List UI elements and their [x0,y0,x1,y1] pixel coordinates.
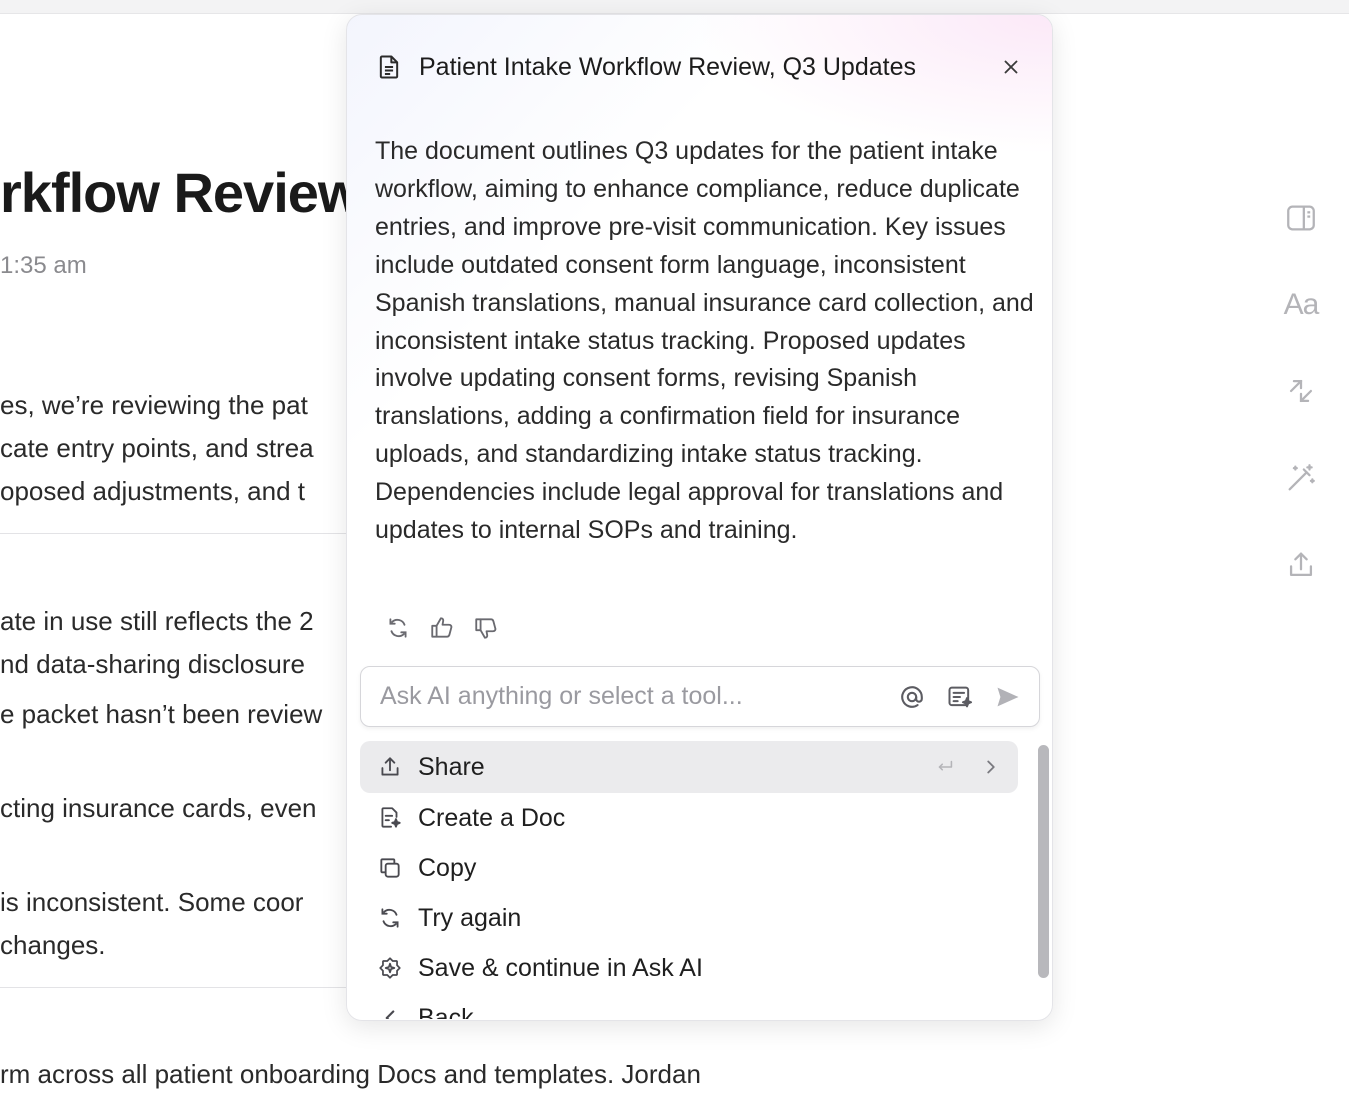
doc-divider [0,533,346,534]
menu-item-hints [934,756,1002,778]
doc-paragraph-line: ate in use still reflects the 2 [0,606,314,636]
ask-ai-box [360,666,1040,727]
close-icon [1004,60,1018,74]
chevron-left-icon [376,1004,404,1019]
doc-paragraph-line: cate entry points, and strea [0,433,314,463]
enter-key-icon [938,760,953,771]
ask-ai-tools [897,682,1039,712]
create-doc-icon [376,804,404,832]
ai-tool-card-icon[interactable] [945,682,975,712]
menu-scrollbar[interactable] [1038,745,1049,978]
doc-paragraph-line: changes. [0,930,106,960]
share-icon [376,753,404,781]
magic-wand-icon[interactable] [1283,460,1319,496]
doc-paragraph-line: rm across all patient onboarding Docs an… [0,1059,701,1089]
doc-divider [0,987,346,988]
thumbs-down-icon[interactable] [471,613,501,643]
sidebar-panel-icon[interactable] [1283,200,1319,236]
ai-summary-text: The document outlines Q3 updates for the… [375,137,1034,545]
doc-paragraph-line: e packet hasn’t been review [0,699,323,729]
panel-title: Patient Intake Workflow Review, Q3 Updat… [419,52,916,81]
menu-item-create-doc[interactable]: Create a Doc [360,792,1018,844]
menu-item-share[interactable]: Share [360,741,1018,793]
retry-icon [376,904,404,932]
ai-brain-icon [376,954,404,982]
thumbs-up-icon[interactable] [427,613,457,643]
doc-paragraph-line: es, we’re reviewing the pat [0,390,308,420]
doc-paragraph-line: nd data-sharing disclosure [0,649,305,679]
menu-item-label: Save & continue in Ask AI [418,953,703,982]
regenerate-icon[interactable] [383,613,413,643]
copy-icon [376,854,404,882]
panel-header: Patient Intake Workflow Review, Q3 Updat… [375,49,1025,85]
doc-title: rkflow Review [0,161,361,224]
doc-paragraph-line: is inconsistent. Some coor [0,887,304,917]
mention-icon[interactable] [897,682,927,712]
chevron-right-icon [987,760,995,774]
close-button[interactable] [997,53,1025,81]
menu-item-label: Share [418,752,485,781]
text-format-icon[interactable]: Aa [1283,287,1320,323]
collapse-arrows-icon[interactable] [1283,373,1319,409]
menu-item-back[interactable]: Back [360,992,1018,1019]
share-upload-icon[interactable] [1283,547,1319,583]
ai-actions-menu: Share Create a Doc Copy Try again Save &… [360,739,1018,1019]
ask-ai-input[interactable] [361,667,897,726]
menu-item-label: Back [418,1003,474,1020]
menu-item-label: Create a Doc [418,803,566,832]
doc-timestamp: 1:35 am [0,252,87,279]
send-icon[interactable] [993,682,1023,712]
ai-summary-panel: Patient Intake Workflow Review, Q3 Updat… [346,14,1053,1021]
menu-item-save-continue[interactable]: Save & continue in Ask AI [360,942,1018,994]
menu-item-try-again[interactable]: Try again [360,892,1018,944]
document-icon [375,53,403,81]
menu-item-copy[interactable]: Copy [360,842,1018,894]
menu-item-label: Try again [418,903,522,932]
doc-paragraph-line: cting insurance cards, even [0,793,317,823]
text-format-label: Aa [1283,288,1320,321]
menu-item-label: Copy [418,853,477,882]
doc-paragraph-line: oposed adjustments, and t [0,476,305,506]
feedback-actions [383,613,501,643]
